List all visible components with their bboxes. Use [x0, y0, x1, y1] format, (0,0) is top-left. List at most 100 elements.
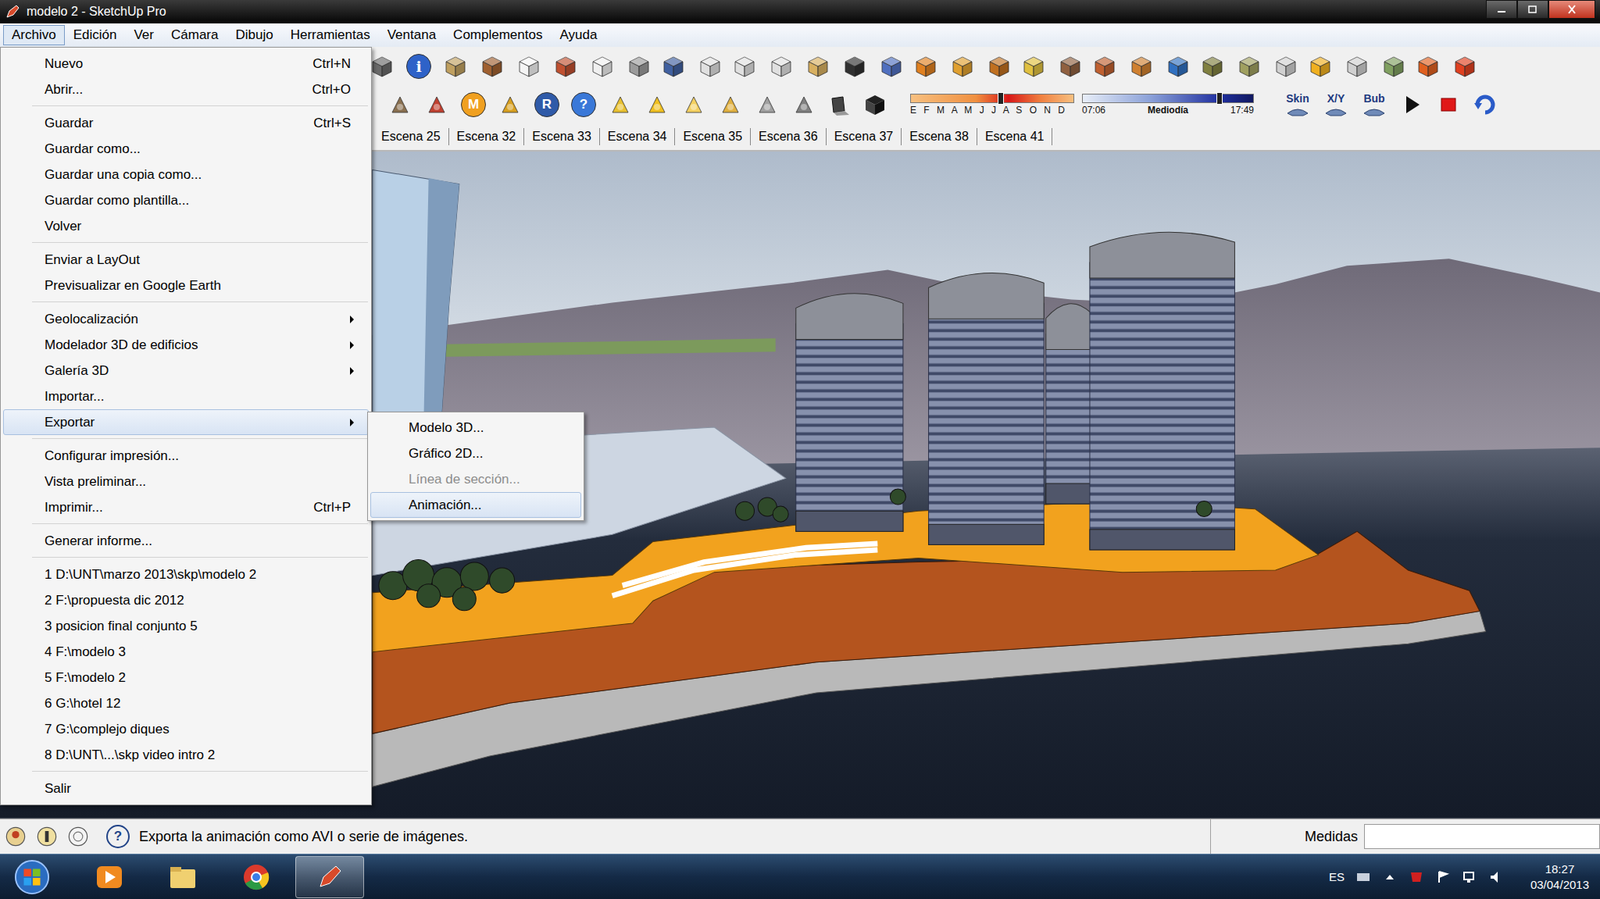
toolbar-button[interactable]: [1234, 51, 1265, 82]
scene-tab[interactable]: Escena 37: [826, 128, 903, 146]
toolbar-button[interactable]: [1126, 51, 1157, 82]
toolbar-button[interactable]: [550, 51, 581, 82]
scene-tab[interactable]: Escena 34: [600, 128, 676, 146]
scene-tab[interactable]: Escena 32: [449, 128, 525, 146]
toolbar-button[interactable]: [752, 89, 783, 120]
toolbar-button[interactable]: [984, 51, 1015, 82]
action-center-icon[interactable]: [1435, 869, 1451, 886]
submenu-item[interactable]: Modelo 3D...: [370, 414, 582, 441]
menu-item[interactable]: 6 G:\hotel 12: [3, 690, 369, 717]
toolbar-button[interactable]: [495, 89, 525, 120]
play-button[interactable]: [1396, 89, 1427, 120]
menu-item[interactable]: 2 F:\propuesta dic 2012: [3, 587, 369, 614]
menu-item[interactable]: Enviar a LayOut: [3, 246, 369, 273]
scene-tab[interactable]: Escena 38: [901, 128, 978, 146]
menu-item[interactable]: 1 D:\UNT\marzo 2013\skp\modelo 2: [3, 561, 369, 588]
menu-item[interactable]: Volver: [3, 213, 369, 240]
menu-item[interactable]: Vista preliminar...: [3, 468, 369, 495]
toolbar-button[interactable]: [695, 51, 725, 82]
toolbar-button[interactable]: M: [458, 89, 489, 120]
toolbar-button[interactable]: [876, 51, 907, 82]
toolbar-button[interactable]: [514, 51, 544, 82]
toolbar-button[interactable]: [715, 89, 746, 120]
toolbar-button[interactable]: [1197, 51, 1228, 82]
submenu-item[interactable]: Gráfico 2D...: [370, 440, 582, 467]
plugin-button[interactable]: Skin: [1282, 89, 1314, 120]
menu-item[interactable]: Geolocalización: [3, 306, 369, 333]
menu-item[interactable]: Guardar como...: [3, 135, 369, 162]
toolbar-button[interactable]: [587, 51, 618, 82]
submenu-item[interactable]: Animación...: [370, 492, 582, 518]
toolbar-button[interactable]: [642, 89, 672, 120]
menu-bar-item[interactable]: Complementos: [444, 25, 551, 46]
language-indicator[interactable]: ES: [1328, 870, 1345, 884]
menu-item[interactable]: Generar informe...: [3, 528, 369, 554]
toolbar-button[interactable]: [1470, 89, 1500, 120]
menu-item[interactable]: Abrir...Ctrl+O: [3, 76, 369, 103]
menu-item[interactable]: Importar...: [3, 383, 369, 410]
date-thumb[interactable]: [997, 92, 1004, 105]
plugin-button[interactable]: X/Y: [1320, 89, 1352, 120]
menu-item[interactable]: 3 posicion final conjunto 5: [3, 613, 369, 640]
toolbar-button[interactable]: R: [532, 89, 562, 120]
toolbar-button[interactable]: [839, 51, 870, 82]
toolbar-button[interactable]: [1271, 51, 1301, 82]
menu-item[interactable]: 4 F:\modelo 3: [3, 639, 369, 665]
maximize-button[interactable]: [1517, 0, 1549, 19]
time-slider[interactable]: 07:06Mediodía17:49: [1082, 93, 1254, 116]
show-hidden-icon[interactable]: [1382, 869, 1398, 886]
menu-item[interactable]: Salir: [3, 775, 369, 802]
toolbar-button[interactable]: [1378, 51, 1409, 82]
toolbar-button[interactable]: [1342, 51, 1372, 82]
toolbar-button[interactable]: [1018, 51, 1049, 82]
menu-bar-item[interactable]: Archivo: [3, 25, 65, 46]
menu-bar-item[interactable]: Dibujo: [226, 25, 282, 46]
menu-bar-item[interactable]: Ver: [125, 25, 163, 46]
menu-item[interactable]: 8 D:\UNT\...\skp video intro 2: [3, 742, 369, 768]
scene-tab[interactable]: Escena 33: [524, 128, 600, 146]
menu-item[interactable]: GuardarCtrl+S: [3, 110, 369, 136]
toolbar-button[interactable]: [1413, 51, 1443, 82]
menu-item[interactable]: Galería 3D: [3, 357, 369, 384]
toolbar-button[interactable]: [605, 89, 636, 120]
explorer-button[interactable]: [148, 856, 218, 899]
volume-icon[interactable]: [1488, 869, 1504, 886]
menu-item[interactable]: Exportar: [3, 409, 369, 436]
menu-bar-item[interactable]: Ventana: [378, 25, 445, 46]
antivirus-icon[interactable]: [1408, 869, 1425, 886]
menu-bar-item[interactable]: Ayuda: [550, 25, 606, 46]
scene-tab[interactable]: Escena 25: [373, 128, 450, 146]
measurements-field[interactable]: [1364, 824, 1600, 850]
menu-item[interactable]: Modelador 3D de edificios: [3, 332, 369, 358]
toolbar-button[interactable]: ?: [568, 89, 599, 120]
date-slider[interactable]: E F M A M J J A S O N D: [910, 93, 1075, 116]
close-button[interactable]: [1548, 0, 1596, 19]
toolbar-button[interactable]: [385, 89, 415, 120]
help-icon[interactable]: ?: [106, 825, 130, 849]
scene-tab[interactable]: Escena 41: [977, 128, 1054, 146]
network-icon[interactable]: [1461, 869, 1478, 886]
stop-button[interactable]: [1433, 89, 1464, 120]
menu-bar-item[interactable]: Edición: [64, 25, 126, 46]
toolbar-button[interactable]: [658, 51, 689, 82]
shadow-toggle-button[interactable]: [823, 89, 854, 120]
menu-item[interactable]: Imprimir...Ctrl+P: [3, 494, 369, 521]
menu-item[interactable]: Previsualizar en Google Earth: [3, 272, 369, 299]
menu-item[interactable]: Guardar como plantilla...: [3, 187, 369, 214]
credits-icon[interactable]: [35, 825, 58, 848]
geolocation-icon[interactable]: [4, 825, 27, 848]
user-icon[interactable]: [67, 825, 90, 848]
toolbar-button[interactable]: [947, 51, 978, 82]
model-info-button[interactable]: i: [403, 51, 434, 82]
menu-bar-item[interactable]: Herramientas: [282, 25, 379, 46]
toolbar-button[interactable]: [789, 89, 819, 120]
plugin-button[interactable]: Bub: [1358, 89, 1390, 120]
scene-tab[interactable]: Escena 35: [675, 128, 751, 146]
toolbar-button[interactable]: [421, 89, 452, 120]
minimize-button[interactable]: [1485, 0, 1518, 19]
menu-item[interactable]: NuevoCtrl+N: [3, 50, 369, 77]
toolbar-button[interactable]: [729, 51, 760, 82]
clock[interactable]: 18:2703/04/2013: [1530, 861, 1590, 893]
menu-item[interactable]: 5 F:\modelo 2: [3, 664, 369, 691]
toolbar-button[interactable]: [766, 51, 797, 82]
